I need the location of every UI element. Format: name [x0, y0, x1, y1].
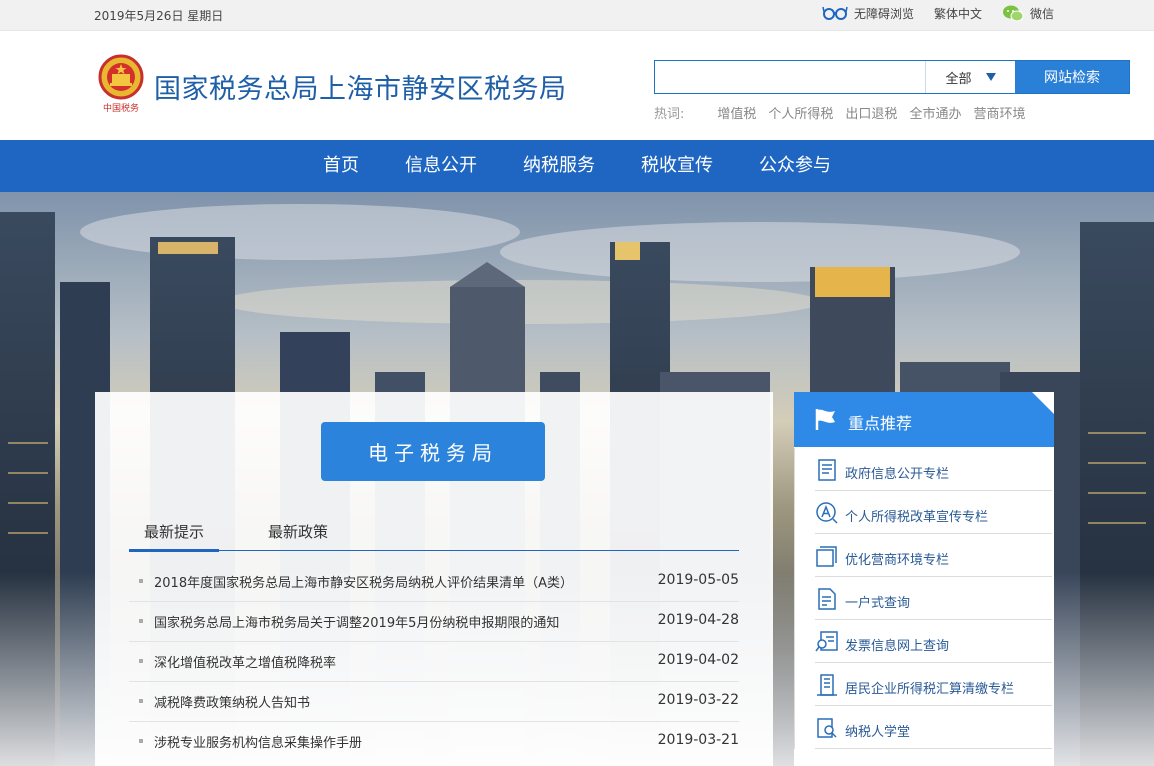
recommend-item-taxpayer-school[interactable]: 纳税人学堂 [815, 706, 1052, 749]
wechat-label: 微信 [1029, 6, 1054, 21]
stacked-pages-icon [816, 546, 837, 567]
bullet-icon [139, 699, 143, 703]
e-tax-bureau-button[interactable]: 电子税务局 [321, 422, 545, 481]
recommend-label: 优化营商环境专栏 [845, 553, 950, 568]
traditional-chinese-link[interactable]: 繁体中文 [934, 5, 982, 22]
recommend-label: 个人所得税改革宣传专栏 [845, 510, 989, 525]
nav-item-info-disclosure[interactable]: 信息公开 [382, 140, 500, 192]
traditional-chinese-label: 繁体中文 [933, 6, 982, 21]
recommend-item-invoice-query[interactable]: 发票信息网上查询 [815, 620, 1052, 663]
recommend-label: 政府信息公开专栏 [845, 467, 950, 482]
news-date: 2019-05-05 [657, 572, 739, 588]
current-date: 2019年5月26日 星期日 [94, 9, 224, 23]
hot-word-link[interactable]: 个人所得税 [768, 103, 833, 122]
news-title[interactable]: 国家税务总局上海市税务局关于调整2019年5月份纳税申报期限的通知 [154, 612, 559, 631]
recommend-item-cit-settlement[interactable]: 居民企业所得税汇算清缴专栏 [815, 663, 1052, 706]
accessibility-link[interactable]: 无障碍浏览 [822, 5, 914, 22]
recommend-title: 重点推荐 [848, 414, 913, 433]
news-item[interactable]: 减税降费政策纳税人告知书 2019-03-22 [129, 682, 739, 722]
enterprise-doc-icon [817, 674, 837, 696]
news-date: 2019-03-21 [657, 732, 739, 748]
accessibility-label: 无障碍浏览 [853, 6, 914, 21]
news-title[interactable]: 深化增值税改革之增值税降税率 [154, 652, 336, 671]
news-date: 2019-04-28 [657, 612, 739, 628]
wechat-icon [1002, 5, 1024, 22]
bullet-icon [139, 619, 143, 623]
hot-word-link[interactable]: 出口退税 [845, 103, 897, 122]
news-item[interactable]: 2018年度国家税务总局上海市静安区税务局纳税人评价结果清单（A类） 2019-… [129, 562, 739, 602]
recommend-list: 政府信息公开专栏 个人所得税改革宣传专栏 优化营商环境专栏 一户式查询 发票信息… [794, 448, 1054, 749]
news-title[interactable]: 涉税专业服务机构信息采集操作手册 [154, 732, 362, 751]
learning-search-icon [817, 718, 837, 738]
recommend-header: 重点推荐 [794, 392, 1054, 447]
recommend-item-one-stop-query[interactable]: 一户式查询 [815, 577, 1052, 620]
nav-item-public-participation[interactable]: 公众参与 [736, 140, 854, 192]
tax-a-circle-icon [816, 502, 838, 524]
bullet-icon [139, 739, 143, 743]
recommend-label: 一户式查询 [845, 596, 911, 611]
news-date: 2019-03-22 [657, 692, 739, 708]
news-date: 2019-04-02 [657, 652, 739, 668]
news-title[interactable]: 2018年度国家税务总局上海市静安区税务局纳税人评价结果清单（A类） [154, 572, 573, 591]
utility-tools: 无障碍浏览 繁体中文 微信 [822, 4, 1054, 22]
site-search: 全部 网站检索 [654, 60, 1130, 94]
search-button[interactable]: 网站检索 [1015, 61, 1129, 93]
tab-latest-notices[interactable]: 最新提示 [129, 520, 220, 552]
nav-item-taxpayer-service[interactable]: 纳税服务 [500, 140, 618, 192]
nav-item-home[interactable]: 首页 [300, 140, 382, 192]
news-item[interactable]: 涉税专业服务机构信息采集操作手册 2019-03-21 [129, 722, 739, 761]
recommend-label: 发票信息网上查询 [845, 639, 950, 654]
hot-words-label: 热词: [654, 107, 685, 122]
document-list-icon [818, 459, 836, 481]
wechat-link[interactable]: 微信 [1002, 4, 1054, 22]
recommend-item-gov-info[interactable]: 政府信息公开专栏 [815, 448, 1052, 491]
hot-word-link[interactable]: 全市通办 [909, 103, 961, 122]
emblem-caption: 中国税务 [103, 102, 139, 114]
tab-latest-policies[interactable]: 最新政策 [253, 520, 343, 549]
hot-word-link[interactable]: 增值税 [717, 103, 756, 122]
invoice-search-icon [815, 631, 838, 652]
search-scope-dropdown[interactable]: 全部 [925, 61, 1015, 93]
hot-words: 热词: 增值税 个人所得税 出口退税 全市通办 营商环境 [654, 103, 1037, 122]
recommend-label: 纳税人学堂 [845, 725, 911, 740]
glasses-icon [822, 6, 848, 20]
recommend-item-business-env[interactable]: 优化营商环境专栏 [815, 534, 1052, 577]
top-utility-bar: 2019年5月26日 星期日 无障碍浏览 繁体中文 微信 [0, 0, 1154, 31]
chevron-down-icon [985, 73, 996, 81]
flag-icon [815, 409, 835, 430]
recommend-label: 居民企业所得税汇算清缴专栏 [845, 682, 1015, 697]
news-list: 2018年度国家税务总局上海市静安区税务局纳税人评价结果清单（A类） 2019-… [129, 562, 739, 761]
bullet-icon [139, 659, 143, 663]
recommend-item-iit-reform[interactable]: 个人所得税改革宣传专栏 [815, 491, 1052, 534]
news-item[interactable]: 深化增值税改革之增值税降税率 2019-04-02 [129, 642, 739, 682]
main-nav: 首页 信息公开 纳税服务 税收宣传 公众参与 [0, 140, 1154, 192]
search-scope-value: 全部 [945, 71, 972, 87]
news-tabs: 最新提示 最新政策 [129, 516, 739, 552]
recommend-panel: 重点推荐 政府信息公开专栏 个人所得税改革宣传专栏 优化营商环境专栏 一户式查询… [794, 392, 1054, 766]
file-query-icon [818, 588, 836, 610]
hot-word-link[interactable]: 营商环境 [973, 103, 1025, 122]
tax-emblem-logo[interactable]: 中国税务 [97, 53, 145, 117]
bullet-icon [139, 579, 143, 583]
site-title[interactable]: 国家税务总局上海市静安区税务局 [154, 67, 567, 106]
main-content-panel: 电子税务局 最新提示 最新政策 2018年度国家税务总局上海市静安区税务局纳税人… [95, 392, 773, 766]
nav-item-tax-promotion[interactable]: 税收宣传 [618, 140, 736, 192]
corner-fold [1032, 392, 1054, 414]
site-header: 中国税务 国家税务总局上海市静安区税务局 全部 网站检索 热词: 增值税 个人所… [0, 31, 1154, 139]
news-title[interactable]: 减税降费政策纳税人告知书 [154, 692, 310, 711]
search-input[interactable] [655, 61, 925, 93]
news-item[interactable]: 国家税务总局上海市税务局关于调整2019年5月份纳税申报期限的通知 2019-0… [129, 602, 739, 642]
